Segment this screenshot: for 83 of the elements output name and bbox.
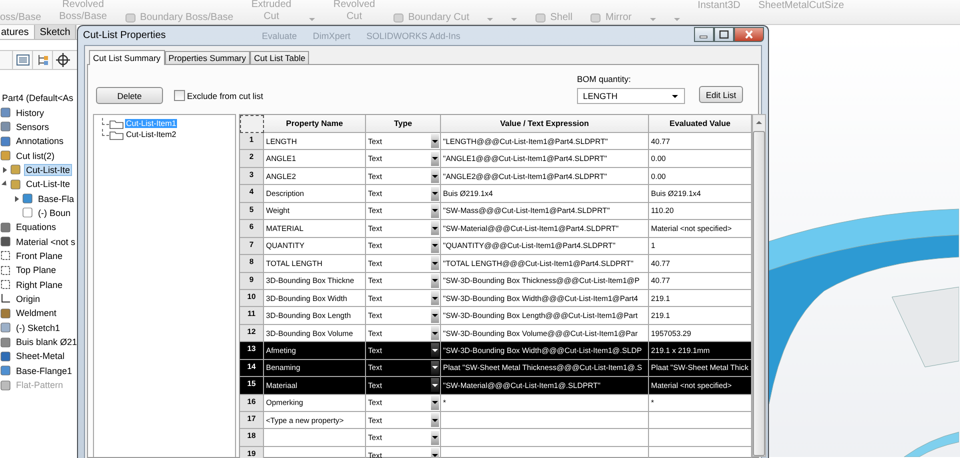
tree-node-icon (0, 107, 11, 118)
tree-item-label[interactable]: Sheet-Metal (14, 350, 67, 362)
dropdown-caret-icon[interactable] (309, 18, 316, 21)
tree-node-icon (10, 164, 21, 176)
checkbox-label: Exclude from cut list (187, 90, 264, 100)
plane-icon (0, 250, 11, 262)
plane-icon (0, 279, 11, 290)
column-header: Evaluated Value (649, 115, 752, 133)
dropdown-caret-icon[interactable] (487, 18, 494, 21)
hierarchy-icon (36, 53, 50, 67)
tree-node-icon (0, 380, 11, 391)
tree-node-icon (0, 150, 11, 162)
tree-item-label[interactable]: Part4 (Default<As (0, 92, 76, 104)
tree-item-label[interactable]: Buis blank Ø21 (14, 336, 80, 348)
dropdown-arrow-icon (672, 94, 678, 98)
tree-item-label[interactable]: Front Plane (14, 250, 65, 262)
list-icon (16, 53, 30, 67)
tree-node-icon (0, 222, 11, 233)
command-tab[interactable]: Sketch (34, 25, 76, 39)
tree-item-label[interactable]: Right Plane (14, 278, 65, 291)
tree-node-icon (0, 236, 11, 248)
column-header: Value / Text Expression (441, 115, 649, 133)
tree-item-label[interactable]: Cut-List-Ite (24, 178, 72, 190)
tree-node-icon (0, 336, 11, 348)
vertical-scrollbar[interactable] (752, 114, 766, 457)
tree-item-label[interactable]: Top Plane (14, 264, 58, 276)
tree-item-label[interactable]: History (14, 106, 46, 119)
column-header: Property Name (264, 115, 366, 133)
minimize-button[interactable] (694, 27, 714, 42)
empty-cell[interactable] (441, 412, 649, 430)
tree-item-label[interactable]: Sensors (14, 120, 52, 133)
maximize-button[interactable] (714, 27, 734, 42)
crosshair-tab[interactable] (52, 51, 72, 69)
crosshair-icon (56, 53, 70, 67)
tree-item-label[interactable]: Origin (14, 292, 42, 305)
dialog-tab[interactable]: Cut List Summary (89, 50, 165, 65)
tree-node-icon (0, 322, 11, 334)
tree-item-label[interactable]: Cut list(2) (14, 150, 57, 162)
tree-node-icon (22, 207, 33, 218)
column-header: Type (366, 115, 441, 133)
tree-item-label[interactable]: Cut-List-Ite (24, 164, 72, 176)
edit-list-button[interactable]: Edit List (699, 86, 743, 103)
dropdown-caret-icon[interactable] (650, 18, 656, 21)
dropdown-caret-icon[interactable] (674, 18, 680, 21)
ribbon-tab-label: Evaluate (262, 30, 297, 40)
folder-icon (109, 118, 125, 128)
dialog-tab[interactable]: Properties Summary (164, 51, 250, 64)
folder-icon (109, 130, 125, 140)
tree-node-icon (0, 136, 11, 147)
tree-item-label[interactable]: Base-Flange1 (14, 364, 74, 377)
axes-icon (0, 293, 11, 304)
maximize-icon (719, 30, 729, 39)
cut-list-item[interactable]: Cut-List-Item2 (125, 130, 178, 139)
empty-cell[interactable] (441, 429, 649, 447)
tree-item-label[interactable]: (-) Boun (36, 206, 73, 219)
delete-button[interactable]: Delete (96, 87, 163, 104)
close-icon (744, 30, 754, 39)
tree-item-label[interactable]: Material <not s (14, 236, 78, 248)
tree-node-icon (0, 365, 11, 376)
tree-node-icon (0, 350, 11, 362)
header-corner (240, 115, 264, 133)
tree-item-label[interactable]: (-) Sketch1 (14, 322, 62, 334)
plane-icon (0, 264, 11, 276)
scrollbar-thumb[interactable] (753, 131, 765, 456)
tree-item-label[interactable]: Weldment (14, 307, 58, 320)
ribbon-tab-label: DimXpert (312, 30, 350, 40)
tree-node-icon (0, 121, 11, 132)
exclude-checkbox[interactable] (174, 90, 185, 101)
bom-quantity-dropdown[interactable]: LENGTH (577, 88, 685, 104)
dialog-title: Cut-List Properties (83, 30, 166, 41)
close-button[interactable] (734, 27, 764, 42)
command-tab[interactable]: atures (0, 25, 35, 39)
dialog-tab[interactable]: Cut List Table (250, 51, 310, 64)
tree-item-label[interactable]: Equations (14, 221, 58, 234)
tree-item-label[interactable]: Annotations (14, 135, 66, 148)
tree-node-icon (22, 193, 33, 204)
tree-node-icon (10, 178, 21, 190)
dropdown-caret-icon[interactable] (511, 18, 518, 21)
list-tab[interactable] (12, 51, 32, 69)
tree-item-label[interactable]: Base-Fla (36, 192, 76, 205)
tree-node-icon (0, 308, 11, 319)
ribbon-tab-label: SOLIDWORKS Add-Ins (366, 30, 460, 40)
bom-quantity-label: BOM quantity: (577, 74, 632, 84)
